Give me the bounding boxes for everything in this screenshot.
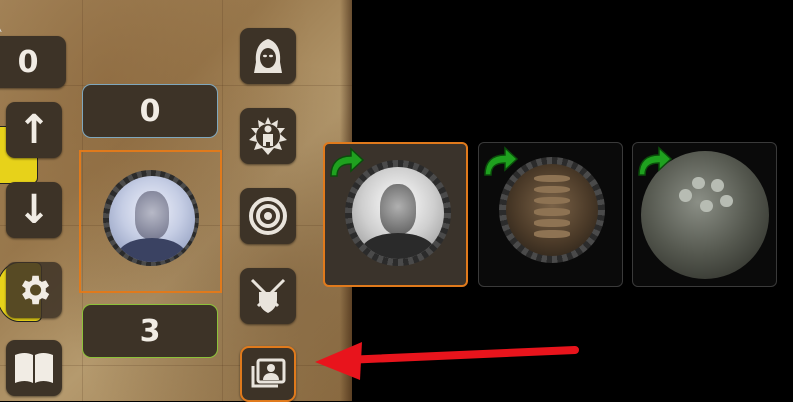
crossed-swords-shield-icon — [250, 278, 286, 313]
gear-icon — [21, 275, 50, 305]
roster-card-1[interactable] — [323, 142, 468, 287]
manual-button[interactable] — [6, 340, 62, 396]
hooded-figure-button[interactable] — [240, 28, 296, 84]
target-button[interactable] — [240, 188, 296, 244]
book-icon — [15, 353, 53, 383]
board-grid-line — [222, 0, 223, 401]
redo-arrow-icon — [330, 147, 365, 177]
selected-unit-card[interactable] — [79, 150, 222, 293]
target-icon — [249, 197, 287, 235]
settings-button[interactable] — [6, 262, 62, 318]
roster-portrait-2 — [506, 164, 598, 256]
top-counter[interactable]: 0 — [0, 36, 66, 88]
move-down-button[interactable]: ↓ — [6, 182, 62, 238]
card-gallery-icon — [251, 358, 286, 388]
hooded-figure-icon — [254, 39, 282, 73]
corner-chevron-icon: ˄ — [0, 28, 3, 44]
move-up-button[interactable]: ↑ — [6, 102, 62, 158]
arrow-up-icon: ↑ — [17, 107, 51, 153]
roster-portrait-1 — [352, 167, 444, 259]
aura-figure-icon — [249, 117, 287, 155]
roster-card-3[interactable] — [632, 142, 777, 287]
top-counter-value: 0 — [17, 44, 39, 80]
aura-figure-button[interactable] — [240, 108, 296, 164]
unit-top-value-box[interactable]: 0 — [82, 84, 218, 138]
redo-arrow-icon — [638, 146, 673, 176]
card-gallery-button[interactable] — [240, 346, 296, 402]
arrow-down-icon: ↓ — [17, 187, 51, 233]
redo-arrow-icon — [484, 146, 519, 176]
annotation-arrow — [315, 342, 579, 380]
combat-button[interactable] — [240, 268, 296, 324]
roster-card-2[interactable] — [478, 142, 623, 287]
unit-top-value: 0 — [139, 93, 161, 129]
unit-portrait — [109, 176, 195, 262]
unit-bottom-value-box[interactable]: 3 — [82, 304, 218, 358]
unit-bottom-value: 3 — [139, 313, 161, 349]
